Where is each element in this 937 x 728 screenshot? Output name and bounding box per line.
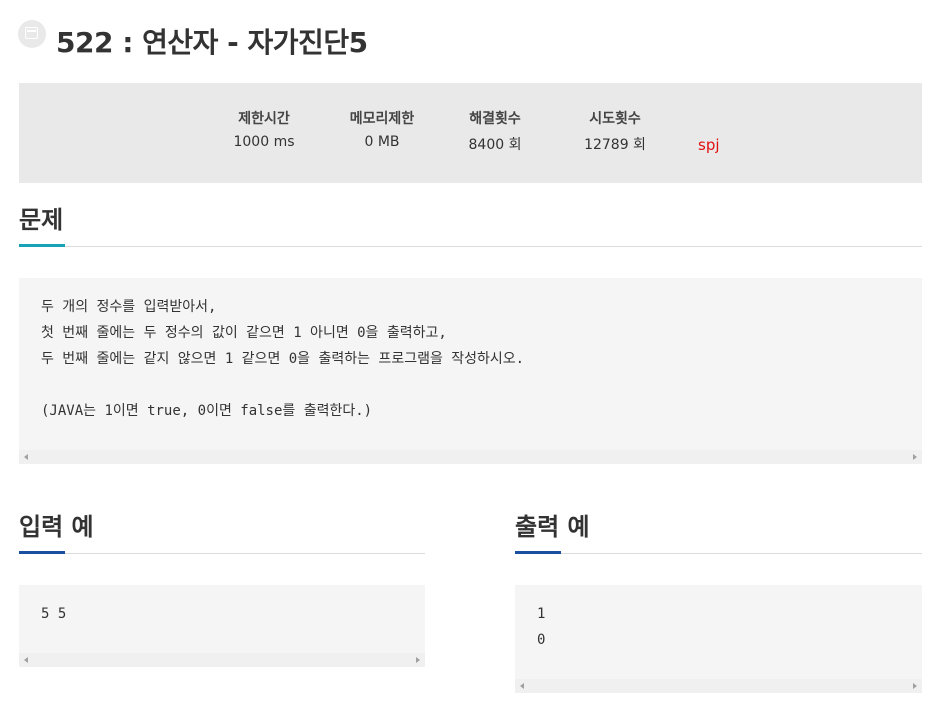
- solved-count: 해결횟수 8400 회: [455, 108, 535, 154]
- problem-icon: [18, 20, 46, 48]
- output-example-divider: [515, 553, 922, 554]
- statement-divider: [19, 246, 922, 247]
- problem-info-panel: 제한시간 1000 ms 메모리제한 0 MB 해결횟수 8400 회 시도횟수…: [19, 83, 922, 183]
- scroll-right-icon[interactable]: [913, 683, 917, 689]
- tries-count: 시도횟수 12789 회: [575, 108, 655, 154]
- tries-value: 12789 회: [584, 137, 646, 153]
- statement-text: 두 개의 정수를 입력받아서, 첫 번째 줄에는 두 정수의 값이 같으면 1 …: [41, 299, 525, 419]
- scroll-left-icon[interactable]: [24, 657, 28, 663]
- time-limit: 제한시간 1000 ms: [224, 108, 304, 150]
- output-example-scrollbar[interactable]: [515, 679, 922, 693]
- tries-label: 시도횟수: [589, 111, 641, 127]
- solved-value: 8400 회: [468, 137, 522, 153]
- solved-label: 해결횟수: [469, 111, 521, 127]
- input-example-box: 5 5: [19, 585, 425, 667]
- time-limit-label: 제한시간: [238, 111, 290, 127]
- problem-title: 522 : 연산자 - 자가진단5: [56, 26, 368, 59]
- scroll-right-icon[interactable]: [913, 454, 917, 460]
- output-example-accent-bar: [515, 551, 561, 554]
- input-example-divider: [19, 553, 425, 554]
- input-example-text: 5 5: [41, 606, 67, 622]
- output-example-heading: 출력 예: [515, 513, 590, 541]
- input-example-scrollbar[interactable]: [19, 653, 425, 667]
- time-limit-value: 1000 ms: [233, 134, 295, 150]
- statement-box: 두 개의 정수를 입력받아서, 첫 번째 줄에는 두 정수의 값이 같으면 1 …: [19, 278, 922, 464]
- input-example-heading: 입력 예: [19, 513, 94, 541]
- memory-limit-label: 메모리제한: [349, 111, 415, 127]
- problem-header: 522 : 연산자 - 자가진단5: [18, 16, 368, 66]
- input-example-accent-bar: [19, 551, 65, 554]
- memory-limit: 메모리제한 0 MB: [337, 108, 427, 150]
- statement-heading: 문제: [19, 206, 64, 234]
- statement-accent-bar: [19, 244, 65, 247]
- output-example-text: 1 0: [537, 606, 546, 648]
- scroll-left-icon[interactable]: [520, 683, 524, 689]
- output-example-box: 1 0: [515, 585, 922, 693]
- scroll-left-icon[interactable]: [24, 454, 28, 460]
- statement-scrollbar[interactable]: [19, 450, 922, 464]
- spj-badge: spj: [698, 136, 720, 154]
- scroll-right-icon[interactable]: [416, 657, 420, 663]
- memory-limit-value: 0 MB: [364, 134, 400, 150]
